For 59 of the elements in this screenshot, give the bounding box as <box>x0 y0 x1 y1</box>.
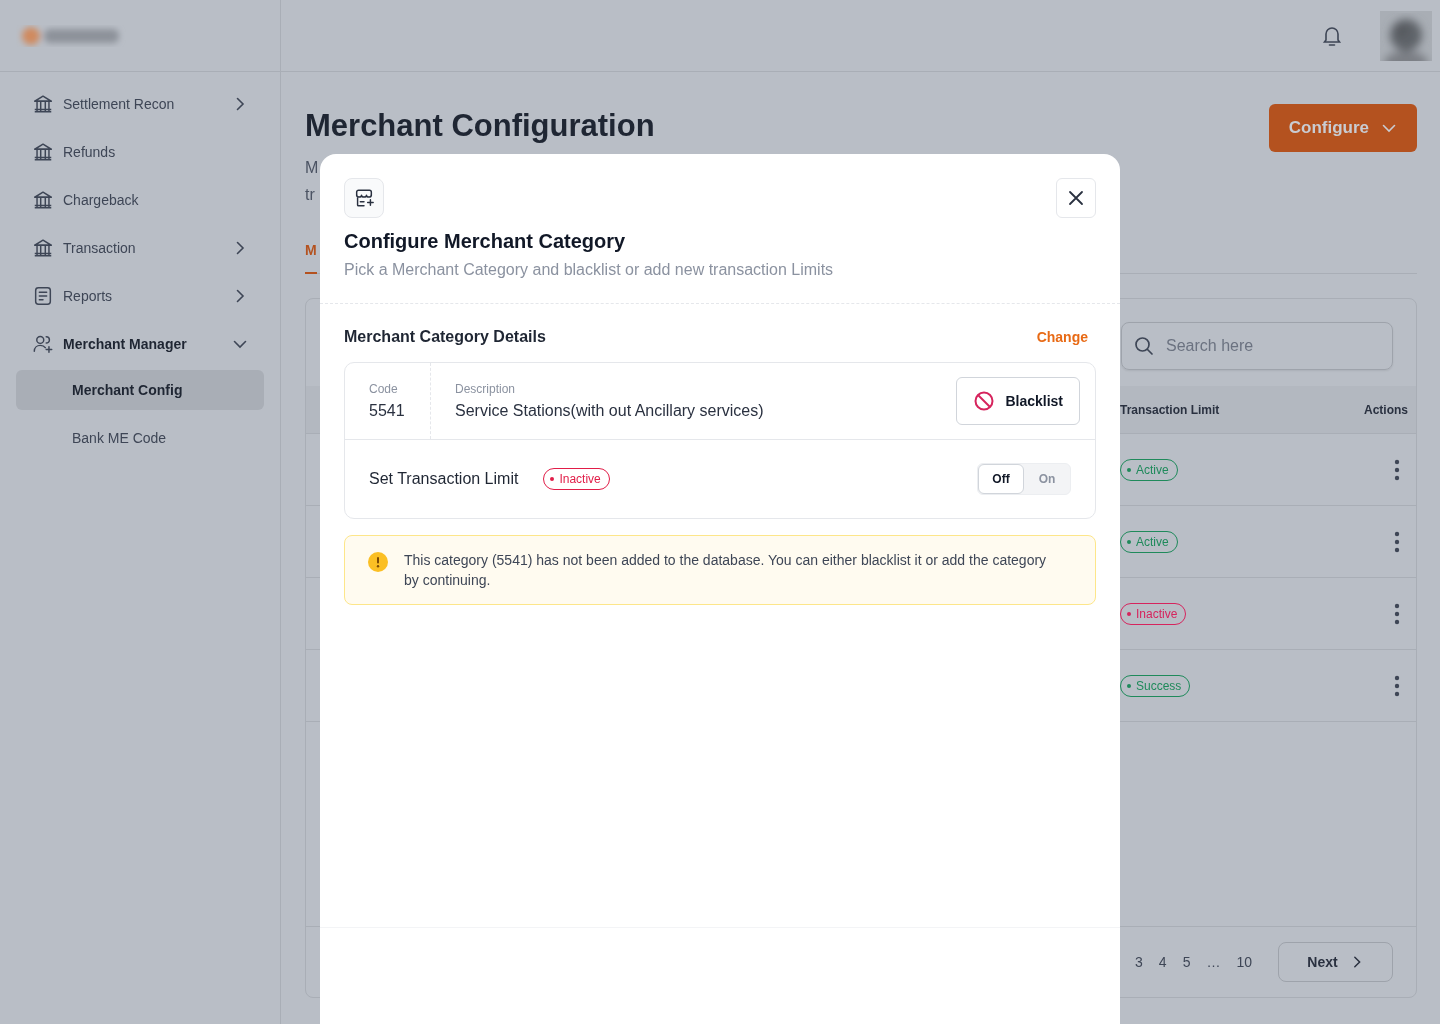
page-title: Merchant Configuration <box>305 108 655 144</box>
nav-label: Reports <box>63 288 114 304</box>
tab[interactable]: M <box>305 230 317 274</box>
section-title: Merchant Category Details <box>344 328 546 346</box>
nav-label: Transaction <box>63 240 137 256</box>
page-description: M <box>305 158 319 178</box>
page-description: tr <box>305 185 315 205</box>
limit-label: Set Transaction Limit <box>369 470 519 488</box>
nav-label: Merchant Manager <box>63 336 188 352</box>
column-header: Actions <box>1363 402 1409 417</box>
search-input[interactable]: Search here <box>1164 336 1368 356</box>
configure-button[interactable]: Configure <box>1268 104 1417 152</box>
search-field[interactable]: Search here <box>1121 322 1393 370</box>
more-icon[interactable] <box>1394 674 1400 697</box>
submenu-item[interactable]: Bank ME Code <box>16 418 264 458</box>
submenu-item[interactable]: Merchant Config <box>16 370 264 410</box>
modal-title: Configure Merchant Category <box>344 230 627 253</box>
warning-icon <box>368 552 388 572</box>
page-number[interactable]: 4 <box>1150 954 1175 970</box>
search-icon <box>1134 336 1154 356</box>
user-plus-icon <box>32 333 54 355</box>
toggle-option[interactable]: Off <box>978 464 1024 494</box>
store-icon <box>344 178 384 218</box>
sidebar-item[interactable]: Merchant Manager <box>16 320 264 368</box>
category-code: 5541 <box>369 402 406 420</box>
nav-label: Settlement Recon <box>63 96 176 112</box>
sidebar-item[interactable]: Reports <box>16 272 264 320</box>
toggle-option[interactable]: On <box>1024 464 1070 494</box>
bank-icon <box>32 93 54 115</box>
bell-icon[interactable] <box>1322 24 1342 47</box>
page-number[interactable]: 10 <box>1228 954 1260 970</box>
page-number[interactable]: … <box>1198 954 1229 970</box>
page-number[interactable]: 5 <box>1174 954 1199 970</box>
sidebar-item[interactable]: Transaction <box>16 224 264 272</box>
blacklist-button[interactable]: Blacklist <box>956 377 1080 425</box>
column-header: Transaction Limit <box>1120 402 1221 417</box>
modal-subtitle: Pick a Merchant Category and blacklist or add new transaction Limits <box>344 261 835 279</box>
nav-label: Chargeback <box>63 192 140 208</box>
bank-icon <box>32 189 54 211</box>
sidebar-item[interactable]: Chargeback <box>16 176 264 224</box>
next-button[interactable]: Next <box>1278 942 1393 982</box>
close-button[interactable] <box>1056 178 1096 218</box>
bank-icon <box>32 141 54 163</box>
nav-label: Refunds <box>63 144 117 160</box>
more-icon[interactable] <box>1394 602 1400 625</box>
more-icon[interactable] <box>1394 458 1400 481</box>
document-icon <box>32 285 54 307</box>
field-label: Code <box>369 382 399 396</box>
sidebar-item[interactable]: Refunds <box>16 128 264 176</box>
block-icon <box>973 390 996 412</box>
sidebar-item[interactable]: Settlement Recon <box>16 80 264 128</box>
alert-message: This category (5541) has not been added to the database. You can either blacklist it or add the category by continuing. <box>404 551 1048 590</box>
more-icon[interactable] <box>1394 530 1400 553</box>
bank-icon <box>32 237 54 259</box>
change-link[interactable]: Change <box>1036 329 1088 345</box>
field-label: Description <box>455 382 517 396</box>
category-description: Service Stations(with out Ancillary services) <box>455 402 765 420</box>
close-icon <box>1066 188 1086 208</box>
page-number[interactable]: 3 <box>1127 954 1151 970</box>
